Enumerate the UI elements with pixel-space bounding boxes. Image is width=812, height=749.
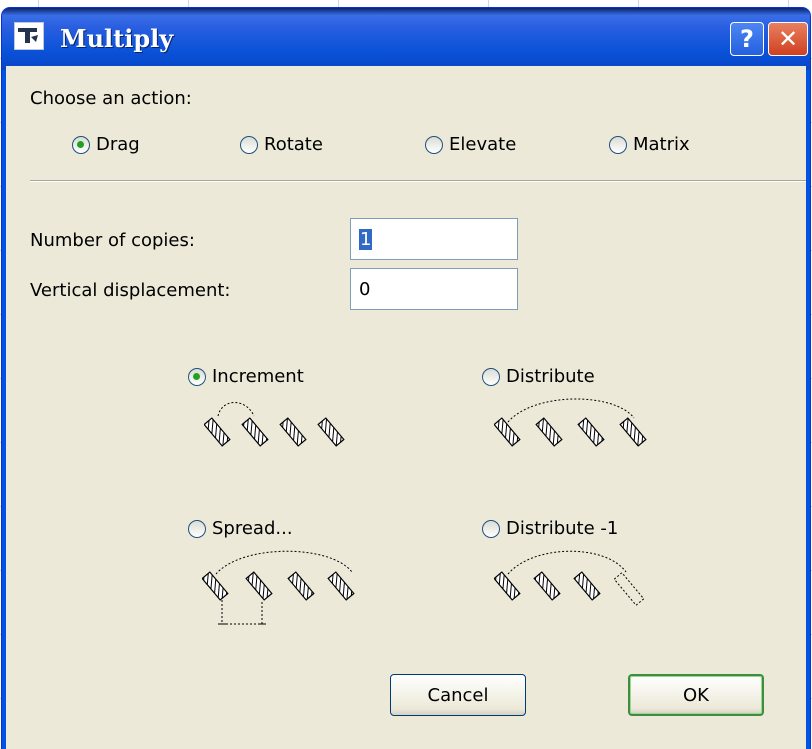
help-button[interactable]: ? (730, 22, 764, 56)
window-title: Multiply (60, 24, 174, 53)
radio-dot (482, 367, 500, 386)
spread-diagram-icon (202, 550, 355, 625)
action-prompt: Choose an action: (30, 88, 192, 109)
distribute-minus-one-diagram-icon (494, 550, 645, 606)
radio-rotate[interactable]: Rotate (240, 134, 323, 155)
radio-label: Rotate (264, 134, 323, 155)
radio-label: Increment (212, 366, 304, 387)
radio-increment[interactable]: Increment (188, 366, 304, 387)
copies-input[interactable]: 1 (350, 218, 518, 260)
distribute-diagram-icon (494, 398, 647, 447)
vertical-displacement-input[interactable]: 0 (350, 268, 518, 310)
increment-diagram-icon (204, 402, 345, 447)
copies-label: Number of copies: (30, 230, 195, 251)
close-button[interactable]: ✕ (768, 22, 808, 56)
radio-distribute[interactable]: Distribute (482, 366, 595, 387)
radio-label: Drag (96, 134, 140, 155)
radio-dot (482, 519, 500, 538)
radio-label: Elevate (449, 134, 517, 155)
radio-elevate[interactable]: Elevate (425, 134, 516, 155)
radio-dot (425, 135, 443, 154)
radio-dot (240, 135, 258, 154)
radio-dot (188, 519, 206, 538)
radio-label: Distribute (506, 366, 595, 387)
radio-label: Distribute -1 (506, 518, 619, 539)
radio-spread[interactable]: Spread... (188, 518, 293, 539)
radio-drag[interactable]: Drag (72, 134, 140, 155)
radio-matrix[interactable]: Matrix (609, 134, 690, 155)
separator (30, 180, 806, 182)
vertical-displacement-label: Vertical displacement: (30, 280, 231, 301)
app-icon (14, 22, 44, 50)
multiply-dialog: Multiply ? ✕ Choose an action: Drag Rota… (2, 8, 810, 749)
radio-label: Matrix (633, 134, 690, 155)
cancel-button[interactable]: Cancel (390, 674, 526, 716)
radio-label: Spread... (212, 518, 293, 539)
title-bar[interactable]: Multiply ? ✕ (2, 8, 810, 70)
ok-button[interactable]: OK (628, 674, 764, 716)
radio-dot (188, 367, 206, 386)
dialog-body: Choose an action: Drag Rotate Elevate Ma… (6, 66, 806, 749)
radio-dot (72, 135, 90, 154)
radio-distribute-minus-one[interactable]: Distribute -1 (482, 518, 618, 539)
radio-dot (609, 135, 627, 154)
copies-value: 1 (359, 229, 373, 250)
